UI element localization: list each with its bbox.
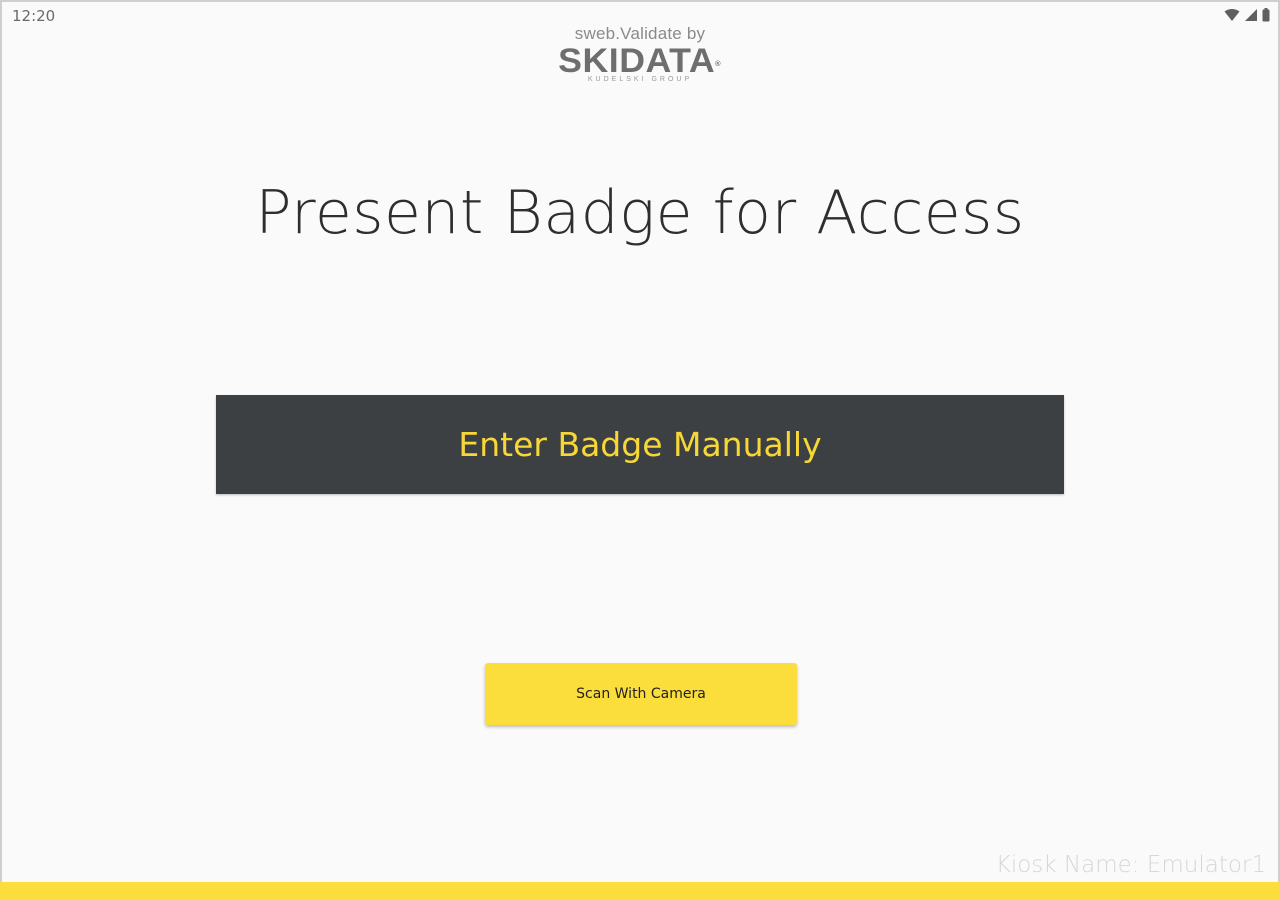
bottom-accent-bar xyxy=(0,882,1280,900)
skidata-logo: sweb.Validate by SKIDATA® KUDELSKI GROUP xyxy=(0,24,1280,84)
registered-mark-icon: ® xyxy=(715,61,722,68)
status-time: 12:20 xyxy=(12,7,56,25)
kiosk-name-label: Kiosk Name: Emulator1 xyxy=(995,852,1266,878)
logo-brand-text: SKIDATA xyxy=(558,42,716,80)
logo-caption: sweb.Validate by xyxy=(574,24,706,43)
enter-badge-manually-button[interactable]: Enter Badge Manually xyxy=(216,395,1064,494)
scan-with-camera-button[interactable]: Scan With Camera xyxy=(485,663,797,725)
logo-brand: SKIDATA® xyxy=(558,44,721,78)
page-title: Present Badge for Access xyxy=(255,178,1025,248)
